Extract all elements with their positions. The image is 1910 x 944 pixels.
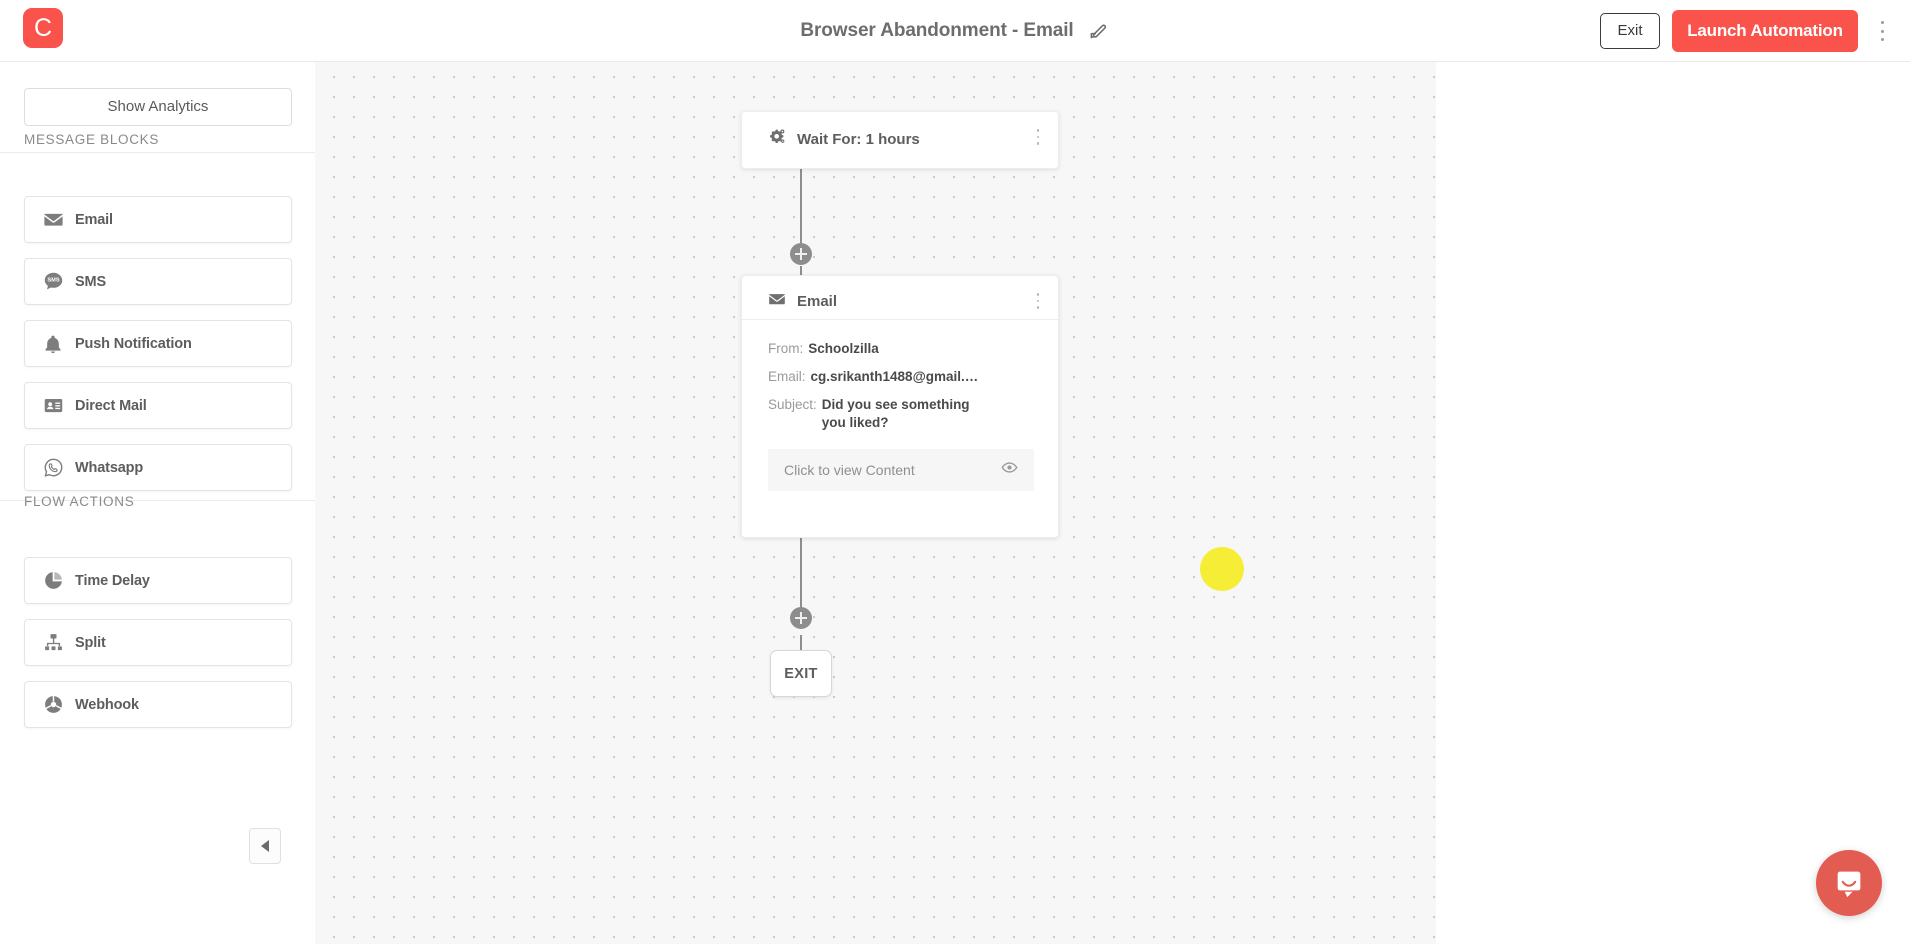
- sidebar-item-time-delay[interactable]: Time Delay: [24, 557, 292, 604]
- email-node-title-row: Email: [768, 290, 837, 312]
- svg-text:SMS: SMS: [47, 278, 60, 284]
- chat-bubble-icon: [1837, 871, 1861, 898]
- email-from-key: From:: [768, 341, 804, 356]
- exit-button[interactable]: Exit: [1600, 13, 1660, 49]
- contact-card-icon: [39, 395, 67, 416]
- sidebar-item-label: Time Delay: [75, 572, 150, 589]
- flow-canvas[interactable]: Wait For: 1 hours Email From: Schoolzill…: [315, 62, 1910, 944]
- sidebar-divider-top: [0, 152, 315, 153]
- wait-for-node[interactable]: Wait For: 1 hours: [741, 111, 1059, 169]
- email-node[interactable]: Email From: Schoolzilla Email: cg.srikan…: [741, 275, 1059, 538]
- sidebar-item-label: Split: [75, 634, 106, 651]
- connector-line: [800, 167, 802, 249]
- sidebar-item-label: Webhook: [75, 696, 139, 713]
- sidebar-item-split[interactable]: Split: [24, 619, 292, 666]
- envelope-icon: [768, 290, 786, 312]
- page-title: Browser Abandonment - Email: [800, 19, 1074, 41]
- webhook-globe-icon: [39, 694, 67, 715]
- wait-node-label: Wait For: 1 hours: [797, 130, 920, 148]
- sidebar-item-direct-mail[interactable]: Direct Mail: [24, 382, 292, 429]
- email-from-value: Schoolzilla: [808, 341, 879, 356]
- add-node-button-top[interactable]: [790, 243, 812, 265]
- flow-actions-heading: FLOW ACTIONS: [24, 494, 135, 509]
- sidebar-item-label: Email: [75, 211, 113, 228]
- sidebar-item-whatsapp[interactable]: Whatsapp: [24, 444, 292, 491]
- email-subject-value: Did you see something you liked?: [821, 397, 970, 430]
- message-blocks-heading: MESSAGE BLOCKS: [24, 132, 160, 147]
- app-header: C Browser Abandonment - Email Exit Launc…: [0, 0, 1910, 62]
- view-content-button[interactable]: Click to view Content: [768, 449, 1034, 491]
- sms-bubble-icon: SMS: [39, 271, 67, 292]
- blocks-sidebar: Show Analytics MESSAGE BLOCKS Email SMS …: [0, 62, 315, 944]
- email-node-title: Email: [797, 292, 838, 310]
- wait-node-menu-icon[interactable]: [1031, 126, 1045, 148]
- launch-automation-button[interactable]: Launch Automation: [1672, 10, 1858, 52]
- eye-icon[interactable]: [1001, 459, 1018, 481]
- click-highlight-marker: [1200, 547, 1244, 591]
- exit-node[interactable]: EXIT: [770, 650, 832, 697]
- email-address-value: cg.srikanth1488@gmail.…: [810, 369, 979, 384]
- envelope-icon: [39, 209, 67, 230]
- wait-node-title-row: Wait For: 1 hours: [768, 128, 920, 150]
- sidebar-item-webhook[interactable]: Webhook: [24, 681, 292, 728]
- sidebar-item-sms[interactable]: SMS SMS: [24, 258, 292, 305]
- show-analytics-button[interactable]: Show Analytics: [24, 88, 292, 126]
- bell-icon: [39, 334, 67, 354]
- app-logo[interactable]: C: [23, 8, 63, 48]
- sidebar-item-label: Direct Mail: [75, 397, 147, 414]
- intercom-chat-button[interactable]: [1816, 850, 1882, 916]
- whatsapp-icon: [39, 457, 67, 478]
- email-address-key: Email:: [768, 369, 806, 384]
- edit-pencil-icon[interactable]: [1088, 20, 1110, 42]
- email-address-row: Email: cg.srikanth1488@gmail.…: [768, 368, 978, 386]
- pie-clock-icon: [39, 570, 67, 591]
- add-node-button-bottom[interactable]: [790, 607, 812, 629]
- email-subject-row: Subject: Did you see something you liked…: [768, 396, 1018, 432]
- email-node-menu-icon[interactable]: [1031, 290, 1045, 312]
- sidebar-item-email[interactable]: Email: [24, 196, 292, 243]
- vertical-dots-icon[interactable]: [1872, 18, 1892, 44]
- chevron-left-icon: [261, 840, 269, 852]
- sidebar-item-label: Whatsapp: [75, 459, 144, 476]
- sidebar-collapse-button[interactable]: [249, 828, 281, 864]
- gears-icon: [768, 128, 786, 150]
- email-from-row: From: Schoolzilla: [768, 340, 879, 358]
- sidebar-item-label: SMS: [75, 273, 106, 290]
- connector-line: [800, 536, 802, 618]
- sidebar-item-label: Push Notification: [75, 335, 192, 352]
- email-subject-key: Subject:: [768, 397, 817, 412]
- view-content-label: Click to view Content: [784, 462, 915, 478]
- split-hierarchy-icon: [39, 632, 67, 653]
- sidebar-item-push-notification[interactable]: Push Notification: [24, 320, 292, 367]
